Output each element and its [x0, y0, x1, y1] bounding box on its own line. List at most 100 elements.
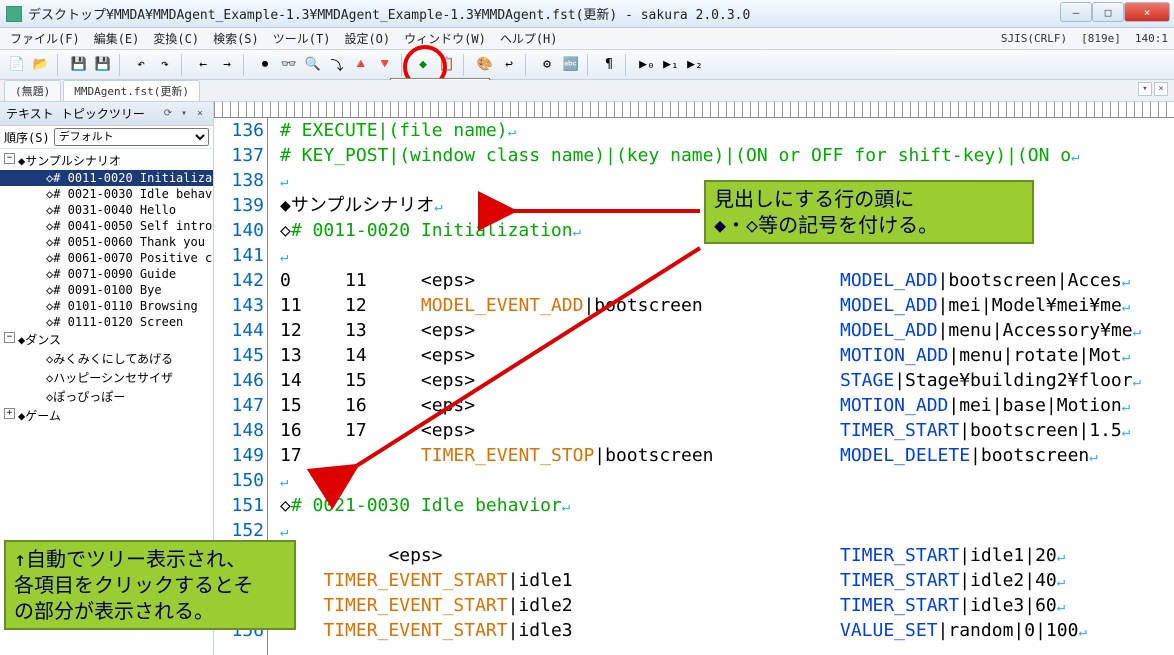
expand-icon[interactable]: +: [4, 408, 15, 419]
wrap-button[interactable]: ↩: [498, 54, 520, 76]
macro3-button[interactable]: ▶₂: [684, 54, 706, 76]
editor-line[interactable]: 14 15 <eps>STAGE|Stage¥building2¥floor↵: [280, 368, 1174, 393]
menu-file[interactable]: ファイル(F): [4, 28, 86, 49]
menu-settings[interactable]: 設定(O): [338, 28, 396, 49]
tree-item-0091[interactable]: ◇# 0091-0100 Bye: [0, 282, 213, 298]
tree-item-happy[interactable]: ◇ハッピーシンセサイザ: [0, 368, 213, 387]
search-down-button[interactable]: 🔻: [374, 54, 396, 76]
line-number: 140: [220, 218, 264, 243]
outline-sidebar: テキスト トピックツリー ⟳ ▾ × 順序(S) デフォルト −◆サンプルシナリ…: [0, 102, 214, 655]
line-number: 156: [220, 618, 264, 643]
sidebar-menu-icon[interactable]: ▾: [177, 107, 191, 121]
editor-line[interactable]: 12 13 <eps>MODEL_ADD|menu|Accessory¥me↵: [280, 318, 1174, 343]
tree-item-0071[interactable]: ◇# 0071-0090 Guide: [0, 266, 213, 282]
typelist-button[interactable]: 📋: [436, 54, 458, 76]
line-number: 136: [220, 118, 264, 143]
editor-line[interactable]: ◇# 0011-0020 Initialization↵: [280, 218, 1174, 243]
editor-line[interactable]: 11 12 MODEL_EVENT_ADD|bootscreenMODEL_AD…: [280, 293, 1174, 318]
tree-item-0021[interactable]: ◇# 0021-0030 Idle behavior: [0, 186, 213, 202]
goto-button[interactable]: ⤵: [326, 54, 348, 76]
line-number: 150: [220, 468, 264, 493]
editor-line[interactable]: ↵: [280, 168, 1174, 193]
editor-line[interactable]: TIMER_EVENT_START|idle1TIMER_START|idle2…: [280, 568, 1174, 593]
arrow-right-button[interactable]: →: [216, 54, 238, 76]
sidebar-close-icon[interactable]: ×: [193, 107, 207, 121]
window-title: デスクトップ¥MMDA¥MMDAgent_Example-1.3¥MMDAgen…: [28, 4, 1168, 23]
editor-line[interactable]: ↵: [280, 518, 1174, 543]
tab-close-icon[interactable]: ×: [1154, 82, 1168, 96]
editor-line[interactable]: ↵: [280, 243, 1174, 268]
editor-line[interactable]: # EXECUTE|(file name)↵: [280, 118, 1174, 143]
tree-item-0101[interactable]: ◇# 0101-0110 Browsing: [0, 298, 213, 314]
redo-button[interactable]: ↷: [154, 54, 176, 76]
editor-lines[interactable]: # EXECUTE|(file name)↵# KEY_POST|(window…: [268, 118, 1174, 655]
editor-line[interactable]: # KEY_POST|(window class name)|(key name…: [280, 143, 1174, 168]
editor-line[interactable]: 0 11 <eps>MODEL_ADD|bootscreen|Acces↵: [280, 268, 1174, 293]
settings-button[interactable]: ⚙: [536, 54, 558, 76]
tab-dropdown-icon[interactable]: ▾: [1138, 82, 1152, 96]
menu-window[interactable]: ウィンドウ(W): [398, 28, 492, 49]
line-number: 149: [220, 443, 264, 468]
menu-search[interactable]: 検索(S): [207, 28, 265, 49]
outline-button[interactable]: ◆: [412, 54, 434, 76]
tree-item-poppi[interactable]: ◇ぽっぴっぽー: [0, 387, 213, 406]
editor-line[interactable]: ◆サンプルシナリオ↵: [280, 193, 1174, 218]
editor-line[interactable]: ◇# 0021-0030 Idle behavior↵: [280, 493, 1174, 518]
tree-item-0031[interactable]: ◇# 0031-0040 Hello: [0, 202, 213, 218]
status-encoding: SJIS(CRLF): [1001, 32, 1067, 45]
rec-button[interactable]: ⏺: [254, 54, 276, 76]
text-editor[interactable]: 1361371381391401411421431441451461471481…: [214, 102, 1174, 655]
menu-help[interactable]: ヘルプ(H): [494, 28, 564, 49]
sort-select[interactable]: デフォルト: [54, 128, 209, 146]
macro1-button[interactable]: ▶₀: [636, 54, 658, 76]
outline-tree[interactable]: −◆サンプルシナリオ ◇# 0011-0020 Initialization ◇…: [0, 149, 213, 655]
sidebar-title: テキスト トピックツリー: [6, 105, 145, 122]
tab-mmdagent[interactable]: MMDAgent.fst(更新): [63, 80, 200, 101]
font-button[interactable]: 🔤: [560, 54, 582, 76]
menu-bar: ファイル(F) 編集(E) 変換(C) 検索(S) ツール(T) 設定(O) ウ…: [0, 28, 1174, 50]
tab-row: (無題) MMDAgent.fst(更新) ▾ ×: [0, 80, 1174, 102]
menu-convert[interactable]: 変換(C): [147, 28, 205, 49]
editor-line[interactable]: 17 TIMER_EVENT_STOP|bootscreenMODEL_DELE…: [280, 443, 1174, 468]
tree-item-0111[interactable]: ◇# 0111-0120 Screen: [0, 314, 213, 330]
tree-root-dance[interactable]: −◆ダンス: [0, 330, 213, 349]
minimize-button[interactable]: —: [1060, 2, 1092, 22]
tree-item-0041[interactable]: ◇# 0041-0050 Self introduction: [0, 218, 213, 234]
sidebar-refresh-icon[interactable]: ⟳: [161, 107, 175, 121]
tree-item-0051[interactable]: ◇# 0051-0060 Thank you: [0, 234, 213, 250]
tree-item-0061[interactable]: ◇# 0061-0070 Positive comme: [0, 250, 213, 266]
collapse-icon[interactable]: −: [4, 332, 15, 343]
tree-root-sample[interactable]: −◆サンプルシナリオ: [0, 151, 213, 170]
editor-line[interactable]: TIMER_EVENT_START|idle3VALUE_SET|random|…: [280, 618, 1174, 643]
editor-line[interactable]: TIMER_EVENT_START|idle2TIMER_START|idle3…: [280, 593, 1174, 618]
maximize-button[interactable]: □: [1092, 2, 1124, 22]
menu-edit[interactable]: 編集(E): [88, 28, 146, 49]
tree-item-0011[interactable]: ◇# 0011-0020 Initialization: [0, 170, 213, 186]
colortype-button[interactable]: 🎨: [474, 54, 496, 76]
glasses-icon[interactable]: 👓: [278, 54, 300, 76]
para-button[interactable]: ¶: [598, 54, 620, 76]
arrow-left-button[interactable]: ←: [192, 54, 214, 76]
collapse-icon[interactable]: −: [4, 153, 15, 164]
line-number: 139: [220, 193, 264, 218]
menu-tools[interactable]: ツール(T): [267, 28, 337, 49]
macro2-button[interactable]: ▶₁: [660, 54, 682, 76]
line-number: 137: [220, 143, 264, 168]
save-button[interactable]: 💾: [68, 54, 90, 76]
tab-untitled[interactable]: (無題): [4, 80, 61, 101]
tree-root-game[interactable]: +◆ゲーム: [0, 406, 213, 425]
tree-item-miku[interactable]: ◇みくみくにしてあげる: [0, 349, 213, 368]
editor-line[interactable]: 15 16 <eps>MOTION_ADD|mei|base|Motion↵: [280, 393, 1174, 418]
editor-line[interactable]: <eps>TIMER_START|idle1|20↵: [280, 543, 1174, 568]
saveall-button[interactable]: 💾: [92, 54, 114, 76]
new-button[interactable]: 📄: [6, 54, 28, 76]
editor-line[interactable]: 16 17 <eps>TIMER_START|bootscreen|1.5↵: [280, 418, 1174, 443]
close-button[interactable]: ×: [1124, 2, 1170, 22]
undo-button[interactable]: ↶: [130, 54, 152, 76]
line-number: 151: [220, 493, 264, 518]
search-up-button[interactable]: 🔺: [350, 54, 372, 76]
search-button[interactable]: 🔍: [302, 54, 324, 76]
editor-line[interactable]: ↵: [280, 468, 1174, 493]
editor-line[interactable]: 13 14 <eps>MOTION_ADD|menu|rotate|Mot↵: [280, 343, 1174, 368]
open-button[interactable]: 📂: [30, 54, 52, 76]
